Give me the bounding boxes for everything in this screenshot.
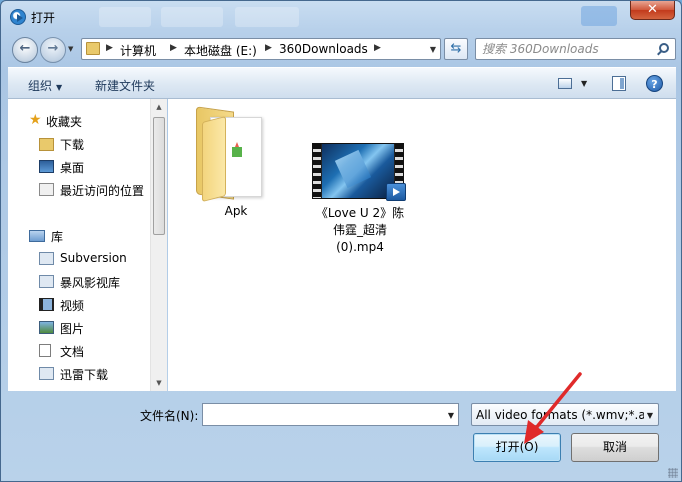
favorites-star-icon: ★ xyxy=(29,112,42,128)
thunder-download-library-icon xyxy=(39,367,54,380)
background-button xyxy=(581,6,617,26)
new-folder-button[interactable]: 新建文件夹 xyxy=(95,77,155,94)
forward-button[interactable]: → xyxy=(40,37,66,63)
preview-pane-icon[interactable] xyxy=(612,76,626,91)
breadcrumb-local-disk[interactable]: 本地磁盘 (E:) xyxy=(184,42,257,59)
search-input[interactable] xyxy=(482,41,652,57)
library-icon xyxy=(29,230,45,242)
nav-libraries[interactable]: 库 xyxy=(51,228,63,245)
file-list: Apk 《Love U 2》陈 伟霆_超清 (0).mp4 xyxy=(168,99,676,391)
desktop-icon xyxy=(39,160,54,173)
video-file-icon xyxy=(386,183,406,201)
filename-input[interactable] xyxy=(206,406,434,423)
nav-item-documents[interactable]: 文档 xyxy=(60,343,84,360)
address-dropdown-icon[interactable]: ▼ xyxy=(430,45,436,54)
file-name: 《Love U 2》陈 伟霆_超清 (0).mp4 xyxy=(315,206,405,254)
filename-combobox[interactable]: ▼ xyxy=(202,403,459,426)
arrow-left-icon: ← xyxy=(19,41,31,56)
background-menu-item xyxy=(235,7,299,27)
file-name: Apk xyxy=(224,204,248,218)
background-menu-item xyxy=(161,7,223,27)
subversion-library-icon xyxy=(39,252,54,265)
breadcrumb-computer[interactable]: 计算机 xyxy=(120,42,156,59)
search-icon[interactable] xyxy=(659,43,669,53)
navigation-pane: ★ 收藏夹 下载 桌面 最近访问的位置 库 Subversion 暴风影视库 视… xyxy=(8,99,167,391)
scroll-down-icon[interactable]: ▼ xyxy=(151,375,167,391)
background-menu-item xyxy=(99,7,151,27)
resize-grip[interactable] xyxy=(668,468,678,478)
nav-item-videos[interactable]: 视频 xyxy=(60,297,84,314)
refresh-icon: ⇆ xyxy=(450,41,462,56)
folder-icon xyxy=(196,106,266,202)
breadcrumb-360downloads[interactable]: 360Downloads xyxy=(279,42,368,56)
refresh-button[interactable]: ⇆ xyxy=(444,38,468,60)
nav-favorites[interactable]: 收藏夹 xyxy=(46,113,82,130)
nav-item-thunder-downloads[interactable]: 迅雷下载 xyxy=(60,366,108,383)
nav-item-downloads[interactable]: 下载 xyxy=(60,136,84,153)
window-title: 打开 xyxy=(31,11,56,25)
chevron-down-icon: ▼ xyxy=(646,411,653,420)
nav-item-pictures[interactable]: 图片 xyxy=(60,320,84,337)
search-box[interactable] xyxy=(475,38,676,60)
scroll-up-icon[interactable]: ▲ xyxy=(151,99,167,115)
picture-library-icon xyxy=(39,321,54,334)
breadcrumb-separator-icon[interactable]: ▶ xyxy=(170,43,177,53)
back-button[interactable]: ← xyxy=(12,37,38,63)
breadcrumb-separator-icon[interactable]: ▶ xyxy=(265,43,272,53)
recent-pages-dropdown[interactable]: ▼ xyxy=(68,45,73,53)
organize-label: 组织 xyxy=(28,79,53,93)
nav-item-subversion[interactable]: Subversion xyxy=(60,251,127,265)
help-icon[interactable]: ? xyxy=(646,75,663,92)
open-file-dialog: 打开 ✕ ← → ▼ ▶ 计算机 ▶ 本地磁盘 (E:) ▶ 360Downlo… xyxy=(0,0,682,482)
folder-icon xyxy=(86,42,100,55)
nav-item-storm-video[interactable]: 暴风影视库 xyxy=(60,274,120,291)
storm-video-library-icon xyxy=(39,275,54,288)
address-bar[interactable]: ▶ 计算机 ▶ 本地磁盘 (E:) ▶ 360Downloads ▶ ▼ xyxy=(81,38,441,60)
video-library-icon xyxy=(39,298,54,311)
close-button[interactable]: ✕ xyxy=(630,1,675,20)
nav-scrollbar[interactable]: ▲ ▼ xyxy=(150,99,167,391)
document-library-icon xyxy=(39,344,51,357)
file-type-value: All video formats (*.wmv;*.av xyxy=(476,408,644,422)
nav-item-desktop[interactable]: 桌面 xyxy=(60,159,84,176)
title-bar[interactable]: 打开 ✕ xyxy=(1,1,681,33)
open-button[interactable]: 打开(O) xyxy=(473,433,561,462)
scroll-thumb[interactable] xyxy=(153,117,165,235)
filename-label: 文件名(N): xyxy=(140,409,199,423)
recent-places-icon xyxy=(39,183,54,196)
close-icon: ✕ xyxy=(647,2,658,17)
android-app-icon xyxy=(232,142,242,157)
command-toolbar: 组织 ▼ 新建文件夹 ▼ ? xyxy=(8,67,676,99)
change-view-icon[interactable] xyxy=(558,78,572,89)
arrow-right-icon: → xyxy=(47,41,59,56)
view-options-dropdown[interactable]: ▼ xyxy=(581,79,587,88)
chevron-down-icon: ▼ xyxy=(56,83,63,92)
breadcrumb-separator-icon[interactable]: ▶ xyxy=(374,43,381,53)
cancel-button[interactable]: 取消 xyxy=(571,433,659,462)
nav-item-recent-places[interactable]: 最近访问的位置 xyxy=(60,182,144,199)
organize-menu[interactable]: 组织 ▼ xyxy=(28,77,62,94)
download-folder-icon xyxy=(39,138,54,151)
file-type-filter[interactable]: All video formats (*.wmv;*.av ▼ xyxy=(471,403,659,426)
chevron-down-icon[interactable]: ▼ xyxy=(448,411,454,420)
breadcrumb-separator-icon[interactable]: ▶ xyxy=(106,43,113,53)
player-app-icon xyxy=(10,9,26,25)
